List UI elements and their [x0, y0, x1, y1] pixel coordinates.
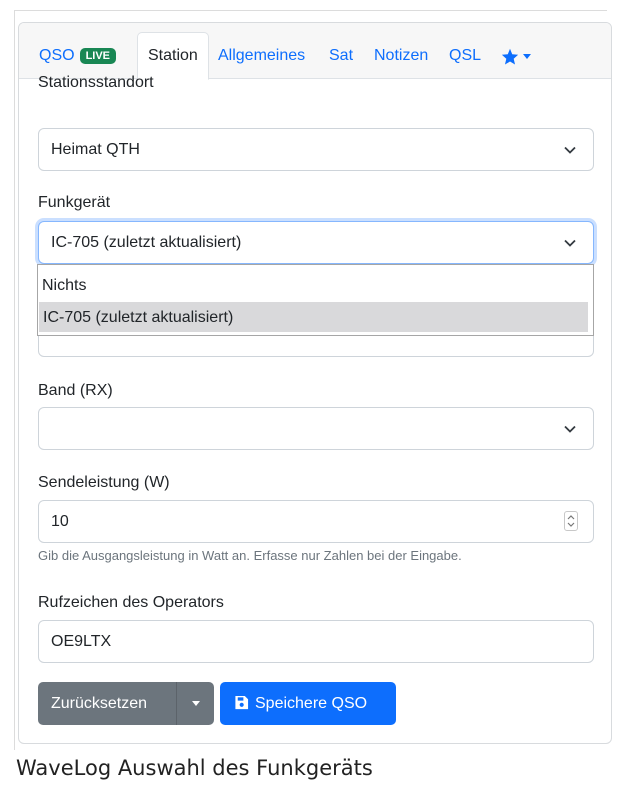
radio-option-selected[interactable]: IC-705 (zuletzt aktualisiert) — [39, 302, 588, 332]
band-rx-label: Band (RX) — [38, 382, 113, 399]
tab-qsl-label: QSL — [449, 47, 482, 64]
chevron-down-icon — [564, 239, 576, 247]
save-button-label: Speichere QSO — [255, 695, 368, 712]
radio-options-list: Nichts IC-705 (zuletzt aktualisiert) — [37, 264, 594, 336]
power-value: 10 — [51, 513, 69, 530]
radio-label: Funkgerät — [38, 194, 111, 211]
frame-border-top — [14, 10, 607, 11]
save-icon — [234, 684, 249, 727]
power-label: Sendeleistung (W) — [38, 474, 170, 491]
save-qso-button[interactable]: Speichere QSO — [220, 682, 396, 725]
live-badge: LIVE — [79, 48, 117, 64]
tab-sat-label: Sat — [329, 47, 354, 64]
power-input[interactable]: 10 — [38, 500, 594, 543]
tab-notizen[interactable]: Notizen — [374, 37, 428, 79]
station-location-label: Stationsstandort — [38, 74, 154, 91]
radio-select[interactable]: IC-705 (zuletzt aktualisiert) — [38, 221, 594, 264]
favorites-dropdown[interactable] — [501, 37, 531, 79]
radio-option[interactable]: Nichts — [38, 270, 593, 300]
band-rx-select[interactable] — [38, 407, 594, 450]
operator-label: Rufzeichen des Operators — [38, 594, 224, 611]
tab-qsl[interactable]: QSL — [449, 37, 481, 79]
tab-station[interactable]: Station — [137, 32, 209, 80]
tab-notizen-label: Notizen — [374, 47, 429, 64]
image-caption: WaveLog Auswahl des Funkgeräts — [16, 756, 373, 780]
frame-border-left — [14, 10, 15, 750]
chevron-down-icon — [564, 146, 576, 154]
tab-sat[interactable]: Sat — [329, 37, 353, 79]
power-help-text: Gib die Ausgangsleistung in Watt an. Erf… — [38, 548, 462, 563]
tab-station-label: Station — [148, 47, 198, 64]
radio-value: IC-705 (zuletzt aktualisiert) — [51, 234, 242, 251]
operator-value: OE9LTX — [51, 633, 112, 650]
station-location-value: Heimat QTH — [51, 141, 140, 158]
chevron-down-icon — [564, 425, 576, 433]
tab-qso-label: QSO — [39, 47, 75, 64]
number-spinner-icon[interactable] — [564, 511, 578, 531]
operator-input[interactable]: OE9LTX — [38, 620, 594, 663]
caret-down-icon — [192, 701, 200, 706]
qso-card: QSO LIVE Station Allgemeines Sat Notizen … — [18, 22, 612, 744]
card-tabs: QSO LIVE Station Allgemeines Sat Notizen … — [19, 23, 611, 80]
station-location-select[interactable]: Heimat QTH — [38, 128, 594, 171]
tab-allgemeines[interactable]: Allgemeines — [218, 37, 305, 79]
tab-allgemeines-label: Allgemeines — [218, 47, 306, 64]
star-icon — [501, 48, 519, 69]
tab-qso[interactable]: QSO LIVE — [39, 37, 117, 79]
reset-button-label: Zurücksetzen — [51, 695, 148, 712]
reset-button[interactable]: Zurücksetzen — [38, 682, 176, 725]
reset-dropdown-toggle[interactable] — [176, 682, 214, 725]
chevron-down-icon — [523, 54, 531, 59]
